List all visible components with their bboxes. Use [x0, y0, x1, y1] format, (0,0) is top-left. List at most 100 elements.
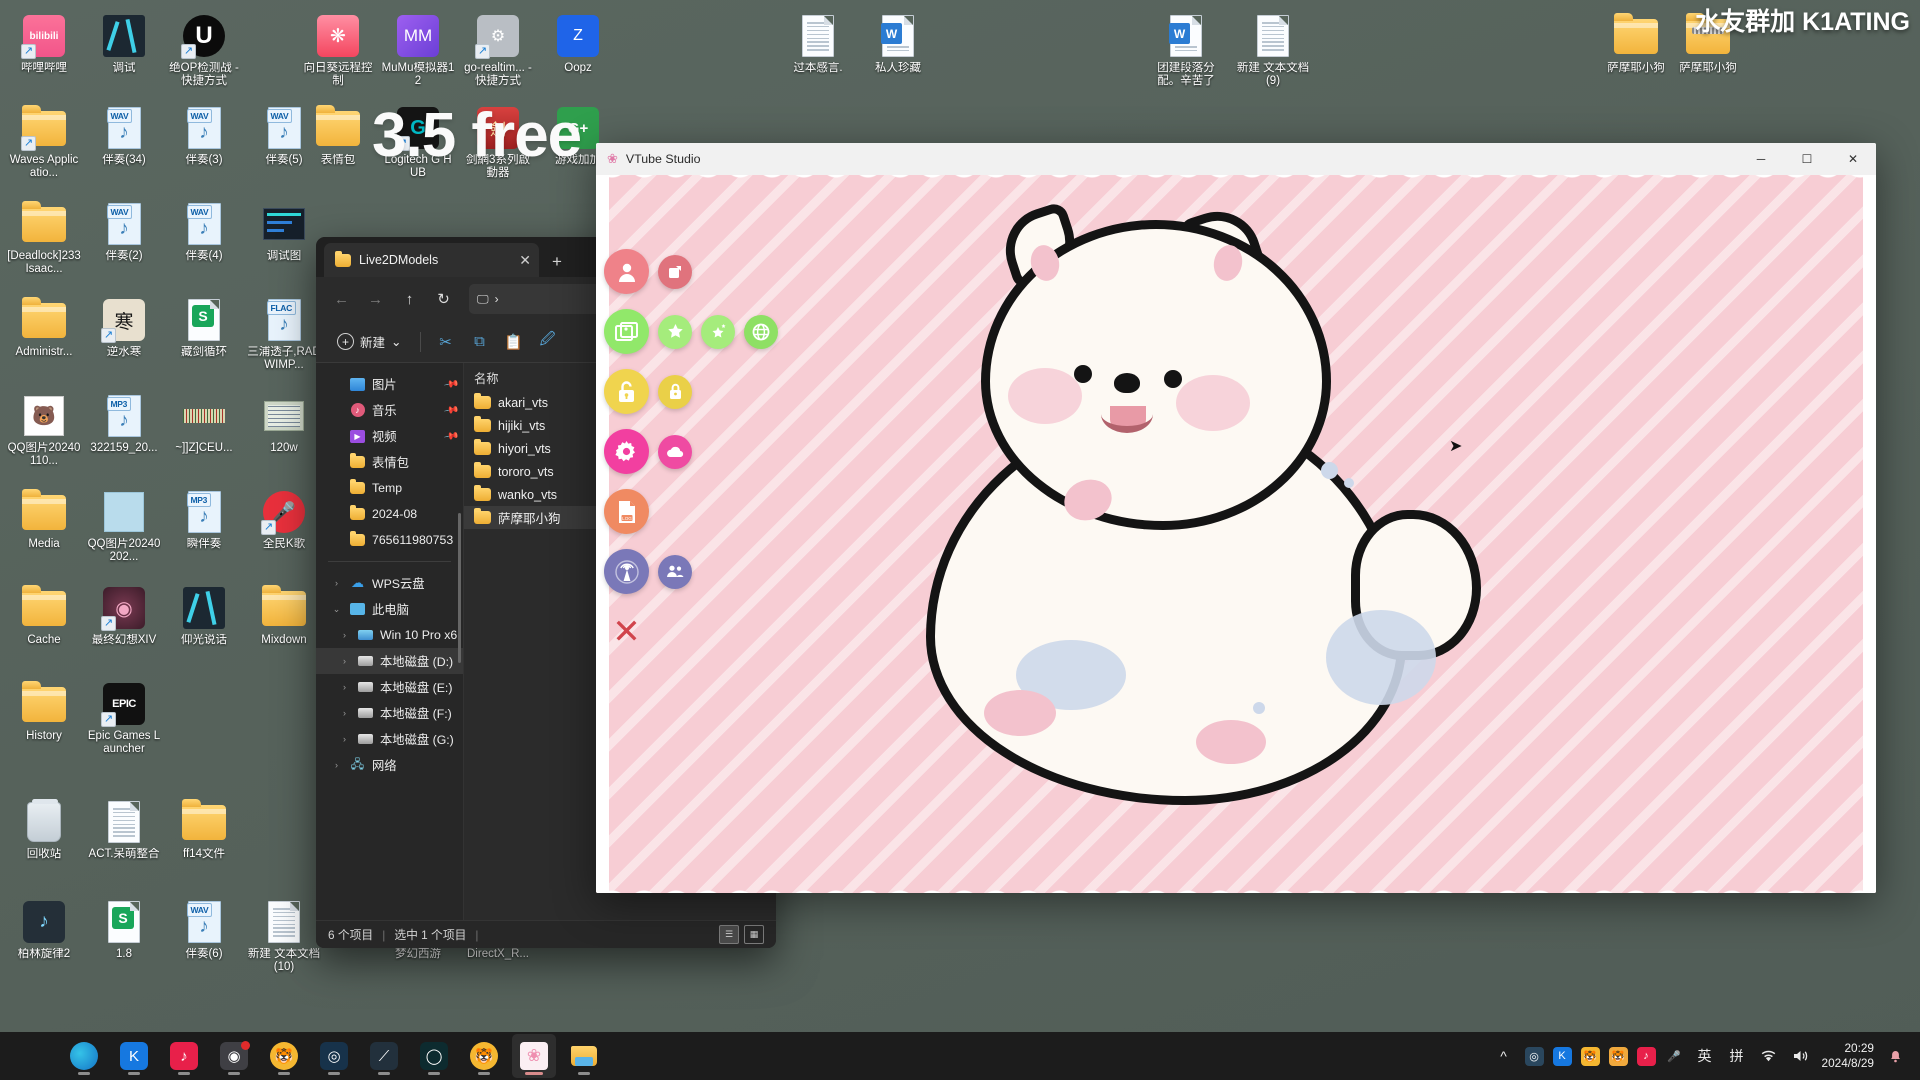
sidebar-scrollbar[interactable]: [458, 513, 461, 663]
sidebar-item[interactable]: › ☁ WPS云盘: [316, 570, 463, 596]
desktop-icon[interactable]: MP3 ♪ 322159_20...: [86, 388, 162, 480]
settings-button[interactable]: [604, 429, 649, 474]
forward-icon[interactable]: →: [360, 284, 391, 315]
sidebar-item[interactable]: 765611980753: [316, 527, 463, 553]
taskbar-item-netease-music[interactable]: ♪: [162, 1034, 206, 1078]
desktop-icon[interactable]: Administr...: [6, 292, 82, 384]
desktop-icon[interactable]: 萨摩耶小狗: [1598, 8, 1674, 100]
desktop-icon[interactable]: MP3 ♪ 瞬伴奏: [166, 484, 242, 576]
notification-bell-icon[interactable]: [1884, 1045, 1906, 1067]
sidebar-item[interactable]: ▶ 视频 📌: [316, 423, 463, 449]
desktop[interactable]: 水友群加 K1ATING 3.5 free bilibili 哔哩哔哩 调试 U 绝OP…: [0, 0, 1920, 1080]
vtube-model-canvas[interactable]: ➤ LOG ✕: [596, 175, 1876, 893]
vtube-studio-window[interactable]: ❀ VTube Studio ─ ☐ ✕ ➤ LOG ✕: [596, 143, 1876, 893]
desktop-icon[interactable]: ACT.呆萌整合: [86, 794, 162, 886]
desktop-icon[interactable]: 表情包: [300, 100, 376, 192]
desktop-icon[interactable]: History: [6, 676, 82, 768]
export-model-button[interactable]: [658, 254, 692, 289]
taskbar-item-tiger-app[interactable]: 🐯: [262, 1034, 306, 1078]
maximize-icon[interactable]: ☐: [1784, 143, 1830, 175]
tiger-tray-2-icon[interactable]: 🐯: [1608, 1046, 1628, 1066]
desktop-icon[interactable]: 仰光说话: [166, 580, 242, 672]
desktop-icon[interactable]: 过本感言.: [780, 8, 856, 100]
unlock-model-button[interactable]: [604, 369, 649, 414]
close-icon[interactable]: ✕: [1830, 143, 1876, 175]
desktop-icon[interactable]: WAV ♪ 伴奏(3): [166, 100, 242, 192]
desktop-icon[interactable]: 寒逆水寒: [86, 292, 162, 384]
desktop-icon[interactable]: 新建 文本文档 (10): [246, 894, 322, 986]
model-selection-button[interactable]: [604, 249, 649, 294]
sidebar-item[interactable]: › 本地磁盘 (F:): [316, 700, 463, 726]
desktop-icon[interactable]: 120w: [246, 388, 322, 480]
tray-overflow-icon[interactable]: ^: [1493, 1045, 1515, 1067]
tiger-tray-1-icon[interactable]: 🐯: [1580, 1046, 1600, 1066]
desktop-icon[interactable]: MM MuMu模拟器12: [380, 8, 456, 100]
taskbar-app-list[interactable]: K ♪ ◉ 🐯 ◎ ⟋ ◯ 🐯 ❀: [12, 1034, 606, 1078]
rename-icon[interactable]: 🖉: [532, 327, 564, 357]
paste-icon[interactable]: 📋: [498, 327, 530, 357]
kugou-tray-icon[interactable]: K: [1552, 1046, 1572, 1066]
breadcrumb-chevron-icon[interactable]: ›: [495, 292, 499, 306]
copy-icon[interactable]: ⧉: [464, 327, 496, 357]
desktop-icon[interactable]: QQ图片20240202...: [86, 484, 162, 576]
tray-icon-group[interactable]: ◎ K 🐯 🐯 ♪ 🎤: [1524, 1046, 1684, 1066]
taskbar-item-blade-app[interactable]: ⟋: [362, 1034, 406, 1078]
live2d-model-samoyed-dog[interactable]: ➤: [896, 200, 1536, 830]
desktop-icon[interactable]: 调试: [86, 8, 162, 100]
view-grid-icon[interactable]: ▦: [744, 925, 764, 944]
ime-mode-indicator[interactable]: 拼: [1726, 1045, 1748, 1067]
close-icon[interactable]: ✕: [519, 253, 531, 267]
explorer-sidebar[interactable]: 图片 📌 ♪ 音乐 📌 ▶ 视频 📌 表情包 Temp 2024-08 765611980753 › ☁ W…: [316, 363, 464, 920]
items-favorites-button[interactable]: [658, 314, 692, 349]
steam-tray-icon[interactable]: ◎: [1524, 1046, 1544, 1066]
log-file-button[interactable]: LOG: [604, 489, 649, 534]
netease-tray-icon[interactable]: ♪: [1636, 1046, 1656, 1066]
desktop-icon[interactable]: Waves Applicatio...: [6, 100, 82, 192]
taskbar-item-vtube-studio[interactable]: ❀: [512, 1034, 556, 1078]
taskbar-item-steam[interactable]: ◎: [312, 1034, 356, 1078]
desktop-icon[interactable]: Mixdown: [246, 580, 322, 672]
taskbar-item-kugou[interactable]: K: [112, 1034, 156, 1078]
sidebar-item[interactable]: 2024-08: [316, 501, 463, 527]
desktop-icon[interactable]: Cache: [6, 580, 82, 672]
pin-icon[interactable]: 📌: [443, 376, 460, 392]
taskbar[interactable]: K ♪ ◉ 🐯 ◎ ⟋ ◯ 🐯 ❀ ^ ◎ K 🐯 🐯 ♪ 🎤 英 拼 20:29 2024/8/29: [0, 1032, 1920, 1080]
desktop-icon[interactable]: ♪ 柏林旋律2: [6, 894, 82, 986]
chevron-icon[interactable]: ›: [330, 578, 343, 588]
desktop-icon[interactable]: U 绝OP检测战 - 快捷方式: [166, 8, 242, 100]
new-button[interactable]: + 新建 ⌄: [328, 327, 411, 356]
pin-icon[interactable]: 📌: [443, 402, 460, 418]
viewers-button[interactable]: [658, 554, 692, 589]
taskbar-item-file-explorer[interactable]: [562, 1034, 606, 1078]
desktop-icon[interactable]: Media: [6, 484, 82, 576]
refresh-icon[interactable]: ↻: [428, 284, 459, 315]
pin-icon[interactable]: 📌: [443, 428, 460, 444]
sidebar-item[interactable]: ♪ 音乐 📌: [316, 397, 463, 423]
backgrounds-button[interactable]: [604, 309, 649, 354]
desktop-icon[interactable]: ⚙ go-realtim... - 快捷方式: [460, 8, 536, 100]
back-icon[interactable]: ←: [326, 284, 357, 315]
taskbar-item-start[interactable]: [12, 1034, 56, 1078]
desktop-icon[interactable]: bilibili 哔哩哔哩: [6, 8, 82, 100]
ime-language-indicator[interactable]: 英: [1694, 1045, 1716, 1067]
close-menu-button[interactable]: ✕: [604, 609, 649, 654]
lock-model-button[interactable]: [658, 374, 692, 409]
desktop-icon[interactable]: [Deadlock]233Isaac...: [6, 196, 82, 288]
desktop-icon[interactable]: 新建 文本文档 (9): [1235, 8, 1311, 100]
desktop-icon[interactable]: W 私人珍藏: [860, 8, 936, 100]
desktop-icon[interactable]: 回收站: [6, 794, 82, 886]
desktop-icon[interactable]: S 1.8: [86, 894, 162, 986]
taskbar-item-obs[interactable]: ◉: [212, 1034, 256, 1078]
desktop-icon[interactable]: W 团建段落分配。辛苦了: [1148, 8, 1224, 100]
desktop-icon[interactable]: 调试图: [246, 196, 322, 288]
system-tray[interactable]: ^ ◎ K 🐯 🐯 ♪ 🎤 英 拼 20:29 2024/8/29: [1493, 1041, 1920, 1071]
new-tab-button[interactable]: +: [543, 247, 571, 277]
sidebar-item[interactable]: 表情包: [316, 449, 463, 475]
minimize-icon[interactable]: ─: [1738, 143, 1784, 175]
microphone-tray-icon[interactable]: 🎤: [1665, 1047, 1684, 1066]
desktop-icon[interactable]: Z Oopz: [540, 8, 616, 100]
taskbar-item-edge[interactable]: [62, 1034, 106, 1078]
desktop-icon[interactable]: S 藏剑循环: [166, 292, 242, 384]
vtube-button-panel[interactable]: LOG ✕: [604, 249, 778, 654]
workshop-button[interactable]: [744, 314, 778, 349]
